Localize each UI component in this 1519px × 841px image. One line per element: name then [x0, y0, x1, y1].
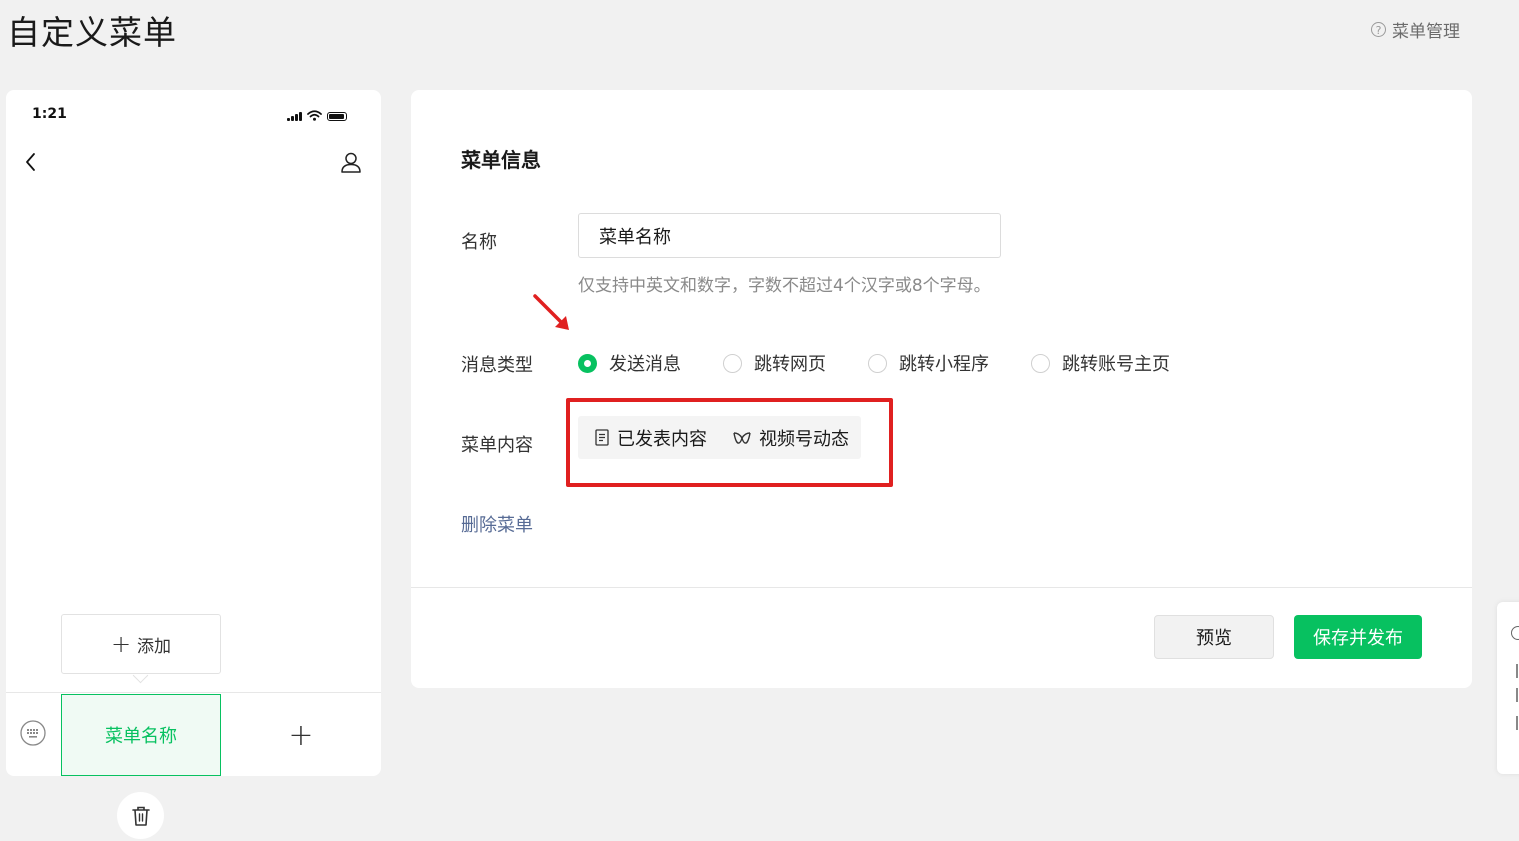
side-panel-icon: [1511, 626, 1519, 640]
name-hint: 仅支持中英文和数字，字数不超过4个汉字或8个字母。: [578, 276, 991, 296]
side-floating-panel[interactable]: [1497, 602, 1519, 774]
radio-jump-miniprogram[interactable]: 跳转小程序: [868, 350, 989, 376]
add-submenu-label: 添加: [137, 636, 172, 657]
battery-icon: [327, 112, 347, 121]
radio-checked-icon: [578, 353, 597, 373]
radio-jump-account-home[interactable]: 跳转账号主页: [1031, 350, 1170, 376]
menu-tab-selected[interactable]: 菜单名称: [61, 694, 221, 776]
radio-jump-webpage[interactable]: 跳转网页: [723, 350, 826, 376]
back-arrow-icon[interactable]: [22, 152, 42, 172]
question-icon: ?: [1371, 22, 1386, 37]
add-menu-button[interactable]: +: [221, 694, 381, 776]
wifi-icon: [307, 110, 322, 121]
signal-icon: [287, 112, 302, 121]
page-title: 自定义菜单: [7, 13, 177, 52]
radio-send-message[interactable]: 发送消息: [578, 350, 681, 376]
side-panel-text-fragment: [1516, 716, 1518, 730]
status-time: 1:21: [32, 106, 67, 122]
menu-content-label: 菜单内容: [461, 435, 533, 456]
radio-unchecked-icon: [1031, 353, 1050, 373]
radio-label: 跳转网页: [754, 354, 826, 375]
keyboard-icon[interactable]: [20, 720, 46, 746]
annotation-arrow-icon: [533, 294, 569, 330]
side-panel-text-fragment: [1516, 688, 1518, 702]
radio-label: 跳转小程序: [899, 354, 989, 375]
preview-button[interactable]: 预览: [1154, 615, 1274, 659]
delete-menu-trash-button[interactable]: [117, 792, 164, 839]
section-title: 菜单信息: [461, 148, 541, 172]
message-type-label: 消息类型: [461, 355, 533, 376]
annotation-highlight-box: [566, 398, 893, 487]
radio-unchecked-icon: [723, 353, 742, 373]
radio-label: 发送消息: [609, 354, 681, 375]
menu-name-input[interactable]: [578, 213, 1001, 258]
radio-unchecked-icon: [868, 353, 887, 373]
plus-icon: +: [110, 630, 132, 658]
status-icons: [287, 110, 347, 121]
save-and-publish-button[interactable]: 保存并发布: [1294, 615, 1422, 659]
menu-info-panel: 菜单信息 名称 仅支持中英文和数字，字数不超过4个汉字或8个字母。 消息类型 发…: [411, 90, 1472, 688]
menu-management-label: 菜单管理: [1392, 22, 1460, 42]
delete-menu-link[interactable]: 删除菜单: [461, 511, 533, 537]
phone-preview: 1:21 + 添加 菜单名称 +: [6, 90, 381, 776]
name-label: 名称: [461, 232, 497, 253]
menu-management-help-link[interactable]: ? 菜单管理: [1371, 17, 1460, 42]
side-panel-text-fragment: [1516, 664, 1518, 678]
message-type-radio-group: 发送消息 跳转网页 跳转小程序 跳转账号主页: [578, 350, 1212, 376]
add-submenu-button[interactable]: + 添加: [61, 614, 221, 674]
radio-label: 跳转账号主页: [1062, 354, 1170, 375]
user-profile-icon[interactable]: [340, 151, 362, 173]
footer-divider: [411, 587, 1472, 588]
trash-icon: [131, 806, 150, 826]
